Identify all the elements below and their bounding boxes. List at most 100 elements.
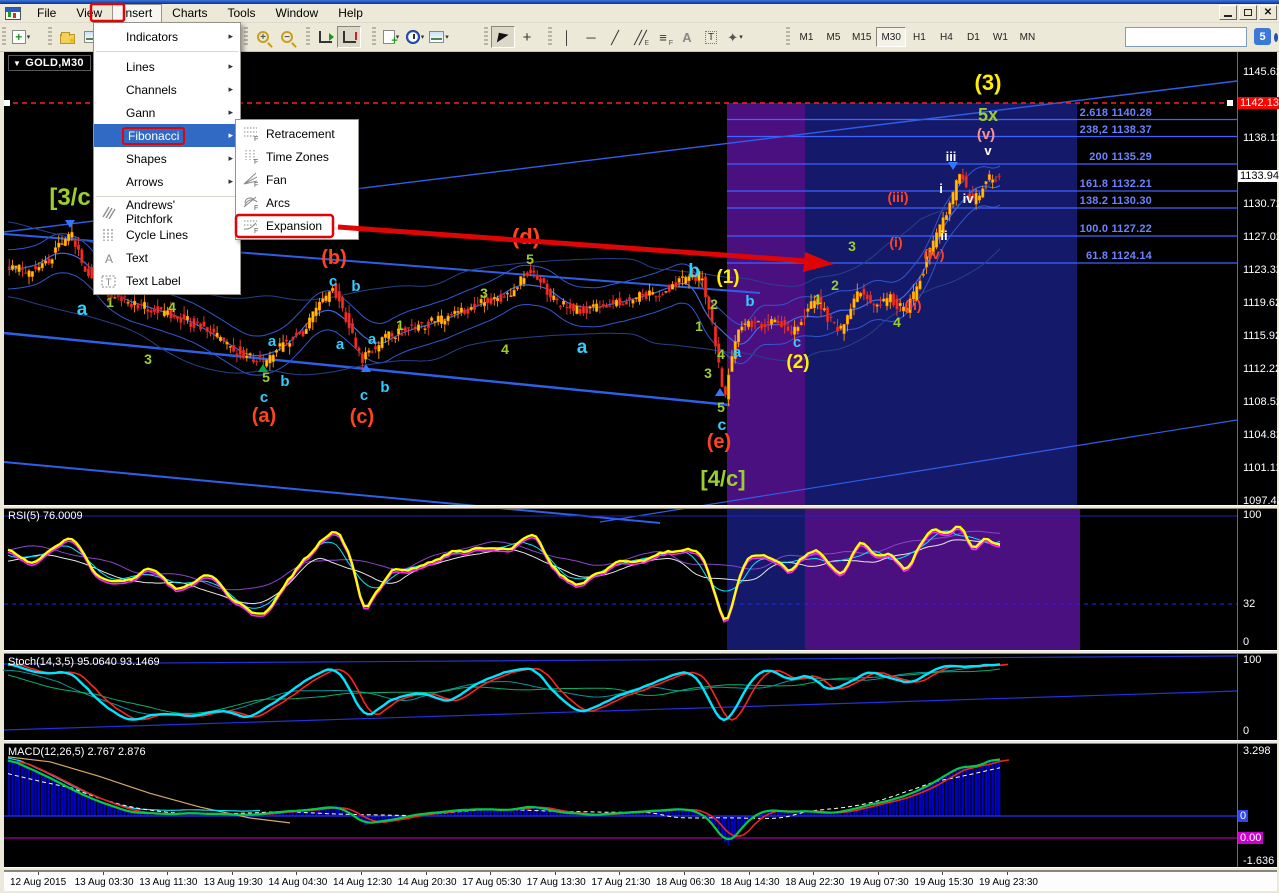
mql5-community-badge[interactable]: 5 <box>1254 28 1271 45</box>
fibonacci-retracement-button[interactable]: ≡ F <box>651 26 675 48</box>
insert-menu-item-cycle-lines[interactable]: Cycle Lines <box>94 223 240 246</box>
templates-icon <box>429 31 445 43</box>
periods-button[interactable]: ▾ <box>403 26 427 48</box>
timeframe-h1-button[interactable]: H1 <box>906 27 933 47</box>
menubar-item-file[interactable]: File <box>27 4 66 23</box>
insert-menu-item-gann[interactable]: Gann ▸ <box>94 101 240 124</box>
toolbar-grip[interactable] <box>306 27 310 47</box>
timeframe-w1-button[interactable]: W1 <box>987 27 1014 47</box>
insert-menu-item-text-label[interactable]: T Text Label <box>94 269 240 292</box>
svg-text:F: F <box>254 205 258 210</box>
new-order-button[interactable]: ▾ <box>379 26 403 48</box>
insert-menu-item-arrows[interactable]: Arrows ▸ <box>94 170 240 193</box>
vertical-line-button[interactable]: │ <box>555 26 579 48</box>
menu-item-label: Fibonacci <box>122 126 186 145</box>
insert-menu-item-shapes[interactable]: Shapes ▸ <box>94 147 240 170</box>
menu-item-label: Shapes <box>126 151 167 166</box>
time-axis-label: 17 Aug 05:30 <box>462 877 522 888</box>
menubar-item-tools[interactable]: Tools <box>218 4 266 23</box>
symbol-label[interactable]: ▼ GOLD,M30 <box>8 55 91 71</box>
insert-menu-item-andrews-pitchfork[interactable]: Andrews' Pitchfork <box>94 198 240 226</box>
toolbar-grip[interactable] <box>786 27 790 47</box>
text-button[interactable]: A <box>675 26 699 48</box>
panel-separator[interactable] <box>4 505 1277 509</box>
templates-button[interactable]: ▾ <box>427 26 451 48</box>
text-icon: A <box>682 29 692 45</box>
app-icon <box>5 6 21 20</box>
toolbar-grip[interactable] <box>548 27 552 47</box>
fibonacci-submenu-item-retracement[interactable]: F Retracement <box>236 122 358 145</box>
insert-menu-item-indicators[interactable]: Indicators ▸ <box>94 25 240 48</box>
menu-item-label: Channels <box>126 82 177 97</box>
time-axis-tick <box>748 872 750 875</box>
chart-shift-button[interactable] <box>337 26 361 48</box>
profiles-button[interactable]: ★ <box>55 26 79 48</box>
horizontal-line-icon: ─ <box>586 29 596 45</box>
panel-separator[interactable] <box>4 740 1277 744</box>
new-chart-button[interactable]: + ▾ <box>9 26 33 48</box>
fibo-timezones-icon: F <box>242 148 260 165</box>
fibo-f-label: F <box>668 40 673 47</box>
menubar-item-charts[interactable]: Charts <box>162 4 217 23</box>
toolbar-grip[interactable] <box>2 27 6 47</box>
zoom-in-icon: + <box>257 31 269 43</box>
menu-item-label: Text <box>126 250 149 265</box>
search-icon[interactable] <box>1274 32 1278 42</box>
time-axis[interactable]: 12 Aug 2015 13 Aug 03:30 13 Aug 11:30 13 Au… <box>4 871 1277 891</box>
restore-icon <box>1244 9 1252 16</box>
timeframe-d1-button[interactable]: D1 <box>960 27 987 47</box>
search-input[interactable] <box>1126 29 1274 45</box>
time-axis-tick <box>296 872 298 875</box>
submenu-arrow-icon: ▸ <box>228 84 233 94</box>
menu-item-label: Gann <box>126 105 156 120</box>
timeframe-mn-button[interactable]: MN <box>1014 27 1041 47</box>
toolbar-grip[interactable] <box>48 27 52 47</box>
insert-menu-item-fibonacci[interactable]: Fibonacci ▸ <box>94 124 240 147</box>
menubar-item-view[interactable]: View <box>66 4 112 23</box>
toolbar-grip[interactable] <box>484 27 488 47</box>
toolbar-grip[interactable] <box>244 27 248 47</box>
minimize-button[interactable] <box>1219 5 1237 20</box>
dropdown-arrow-icon: ▾ <box>420 34 425 41</box>
insert-menu-item-lines[interactable]: Lines ▸ <box>94 55 240 78</box>
vertical-line-icon: │ <box>562 29 572 45</box>
auto-scroll-button[interactable] <box>313 26 337 48</box>
zoom-out-button[interactable]: − <box>275 26 299 48</box>
timeframe-m30-button[interactable]: M30 <box>876 27 906 47</box>
panel-separator[interactable] <box>4 650 1277 654</box>
insert-menu-item-channels[interactable]: Channels ▸ <box>94 78 240 101</box>
horizontal-line-button[interactable]: ─ <box>579 26 603 48</box>
svg-text:F: F <box>254 228 258 233</box>
menu-item-label: Text Label <box>126 273 181 288</box>
equidistant-channel-button[interactable]: ╱╱ E <box>627 26 651 48</box>
timeframe-m5-button[interactable]: M5 <box>820 27 847 47</box>
trendline-button[interactable]: ╱ <box>603 26 627 48</box>
menubar-item-window[interactable]: Window <box>266 4 329 23</box>
time-axis-label: 19 Aug 15:30 <box>914 877 974 888</box>
insert-menu-item-text[interactable]: A Text <box>94 246 240 269</box>
timeframe-h4-button[interactable]: H4 <box>933 27 960 47</box>
menubar-item-insert[interactable]: Insert <box>112 3 163 23</box>
timeframe-m1-button[interactable]: M1 <box>793 27 820 47</box>
fibonacci-submenu-item-expansion[interactable]: F Expansion <box>236 214 358 237</box>
arrows-button[interactable]: ✦ ▾ <box>723 26 747 48</box>
channel-e-label: E <box>644 40 649 47</box>
price-axis[interactable] <box>1237 52 1277 871</box>
cursor-button[interactable]: ◤ <box>491 26 515 48</box>
close-button[interactable]: ✕ <box>1259 5 1277 20</box>
fibonacci-submenu-item-time-zones[interactable]: F Time Zones <box>236 145 358 168</box>
restore-button[interactable] <box>1239 5 1257 20</box>
text-label-button[interactable]: T <box>699 26 723 48</box>
fibonacci-submenu-item-arcs[interactable]: F Arcs <box>236 191 358 214</box>
new-chart-icon: + <box>11 30 26 44</box>
new-order-icon <box>382 30 398 47</box>
menu-item-label: Arrows <box>126 174 164 189</box>
timeframe-m15-button[interactable]: M15 <box>847 27 876 47</box>
fibonacci-submenu-item-fan[interactable]: F Fan <box>236 168 358 191</box>
crosshair-button[interactable]: + <box>515 26 539 48</box>
close-icon: ✕ <box>1263 6 1273 18</box>
menubar-item-help[interactable]: Help <box>328 4 373 23</box>
toolbar-grip[interactable] <box>372 27 376 47</box>
time-axis-tick <box>102 872 104 875</box>
zoom-in-button[interactable]: + <box>251 26 275 48</box>
